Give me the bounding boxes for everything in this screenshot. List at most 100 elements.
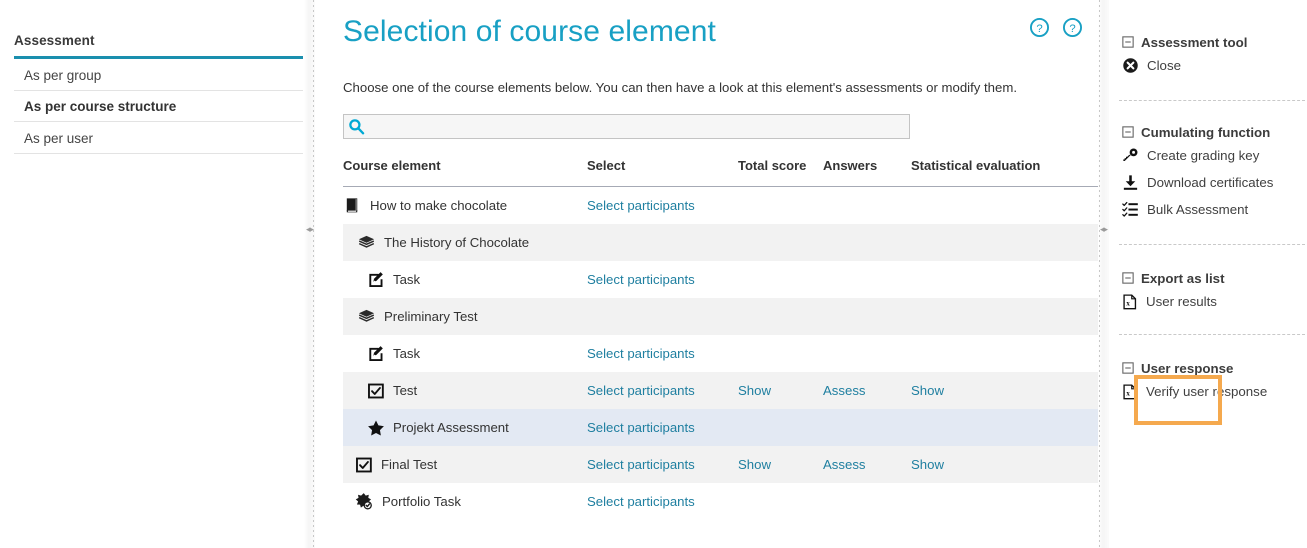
cell-total: Show [738, 372, 823, 409]
cell-stat [911, 298, 1098, 335]
help-circle-icon[interactable]: ? [1030, 18, 1049, 37]
select-participants-link[interactable]: Select participants [587, 198, 695, 213]
cell-stat [911, 335, 1098, 372]
select-participants-link[interactable]: Select participants [587, 420, 695, 435]
table-row[interactable]: How to make chocolate Select participants [343, 186, 1098, 224]
statistical-evaluation-link[interactable]: Show [911, 457, 944, 472]
cell-stat [911, 186, 1098, 224]
sidebar-action-item[interactable]: Close [1109, 52, 1307, 79]
cell-answers: Assess [823, 446, 911, 483]
select-participants-link[interactable]: Select participants [587, 383, 695, 398]
select-participants-link[interactable]: Select participants [587, 346, 695, 361]
sidebar-group: Cumulating function Create grading key Dow… [1109, 122, 1307, 223]
statistical-evaluation-link[interactable]: Show [911, 383, 944, 398]
search-input[interactable] [365, 116, 909, 137]
help-icons-group: ? ? [1030, 18, 1082, 37]
help-circle-icon-secondary[interactable]: ? [1063, 18, 1082, 37]
cell-select: Select participants [587, 483, 738, 520]
collapse-minus-icon[interactable] [1122, 272, 1134, 284]
sidebar-action-label: Close [1147, 58, 1181, 73]
cell-select: Select participants [587, 261, 738, 298]
header-select: Select [587, 158, 626, 173]
course-element-label: Projekt Assessment [393, 420, 509, 435]
table-body: How to make chocolate Select participants… [343, 186, 1098, 520]
course-book-icon [343, 196, 362, 215]
sidebar-group-header[interactable]: Export as list [1109, 268, 1307, 288]
header-answers: Answers [823, 158, 878, 173]
cell-course-element: Task [343, 261, 587, 298]
left-panel-splitter[interactable]: ◂▸ [304, 0, 315, 548]
total-score-link[interactable]: Show [738, 383, 771, 398]
sidebar-action-item[interactable]: Bulk Assessment [1109, 196, 1307, 223]
sidebar-item-as-per-group[interactable]: As per group [14, 60, 303, 91]
course-elements-table: Course element Select Total score Answer… [343, 158, 1098, 520]
cell-course-element: Portfolio Task [343, 483, 587, 520]
sidebar-action-item[interactable]: Create grading key [1109, 142, 1307, 169]
cell-answers: Assess [823, 372, 911, 409]
download-icon [1122, 174, 1139, 191]
close-circle-icon [1122, 57, 1139, 74]
structure-layers-icon [357, 233, 376, 252]
table-row[interactable]: Final Test Select participants Show Assess S… [343, 446, 1098, 483]
cell-select: Select participants [587, 335, 738, 372]
test-checkbox-icon [355, 456, 373, 474]
cell-stat [911, 409, 1098, 446]
cell-total [738, 186, 823, 224]
svg-text:?: ? [1036, 23, 1042, 35]
cell-course-element: Final Test [343, 446, 587, 483]
header-course-element: Course element [343, 158, 441, 173]
collapse-minus-icon[interactable] [1122, 36, 1134, 48]
cell-select [587, 224, 738, 261]
search-box[interactable] [343, 114, 910, 139]
right-panel-splitter[interactable]: ◂▸ [1098, 0, 1109, 548]
answers-assess-link[interactable]: Assess [823, 383, 866, 398]
right-sidebar: Assessment tool Close Cumulating function C… [1109, 0, 1307, 548]
sidebar-separator [1119, 100, 1305, 101]
sidebar-group: User response Verify user response [1109, 358, 1307, 405]
sidebar-action-item[interactable]: Verify user response [1109, 378, 1307, 405]
select-participants-link[interactable]: Select participants [587, 457, 695, 472]
sidebar-group-header[interactable]: Assessment tool [1109, 32, 1307, 52]
cell-answers [823, 186, 911, 224]
table-row[interactable]: Test Select participants Show Assess Show [343, 372, 1098, 409]
select-participants-link[interactable]: Select participants [587, 494, 695, 509]
cell-stat [911, 224, 1098, 261]
excel-file-icon [1122, 384, 1138, 400]
table-row[interactable]: Preliminary Test [343, 298, 1098, 335]
cell-stat [911, 261, 1098, 298]
table-row[interactable]: The History of Chocolate [343, 224, 1098, 261]
select-participants-link[interactable]: Select participants [587, 272, 695, 287]
cell-answers [823, 483, 911, 520]
sidebar-item-as-per-course-structure[interactable]: As per course structure [14, 91, 303, 122]
svg-text:?: ? [1069, 23, 1075, 35]
sidebar-item-as-per-user[interactable]: As per user [14, 123, 303, 154]
collapse-minus-icon[interactable] [1122, 126, 1134, 138]
table-row[interactable]: Projekt Assessment Select participants [343, 409, 1098, 446]
table-row[interactable]: Task Select participants [343, 335, 1098, 372]
cell-select: Select participants [587, 446, 738, 483]
table-row[interactable]: Portfolio Task Select participants [343, 483, 1098, 520]
collapse-minus-icon[interactable] [1122, 362, 1134, 374]
splitter-grip-handle-right[interactable]: ◂▸ [1098, 225, 1109, 234]
cell-answers [823, 224, 911, 261]
cell-total [738, 224, 823, 261]
left-sidebar: Assessment As per group As per course st… [0, 0, 304, 548]
answers-assess-link[interactable]: Assess [823, 457, 866, 472]
cell-total [738, 261, 823, 298]
cell-answers [823, 409, 911, 446]
excel-file-icon [1122, 294, 1138, 310]
portfolio-task-icon [355, 492, 374, 511]
cell-stat: Show [911, 446, 1098, 483]
sidebar-action-item[interactable]: User results [1109, 288, 1307, 315]
sidebar-group-header[interactable]: User response [1109, 358, 1307, 378]
splitter-grip-handle[interactable]: ◂▸ [304, 225, 315, 234]
sidebar-action-item[interactable]: Download certificates [1109, 169, 1307, 196]
sidebar-action-label: Verify user response [1146, 384, 1268, 399]
header-total-score: Total score [738, 158, 807, 173]
sidebar-action-label: Download certificates [1147, 175, 1274, 190]
table-row[interactable]: Task Select participants [343, 261, 1098, 298]
sidebar-group-title: Export as list [1141, 270, 1225, 286]
total-score-link[interactable]: Show [738, 457, 771, 472]
cell-total [738, 483, 823, 520]
sidebar-group-header[interactable]: Cumulating function [1109, 122, 1307, 142]
